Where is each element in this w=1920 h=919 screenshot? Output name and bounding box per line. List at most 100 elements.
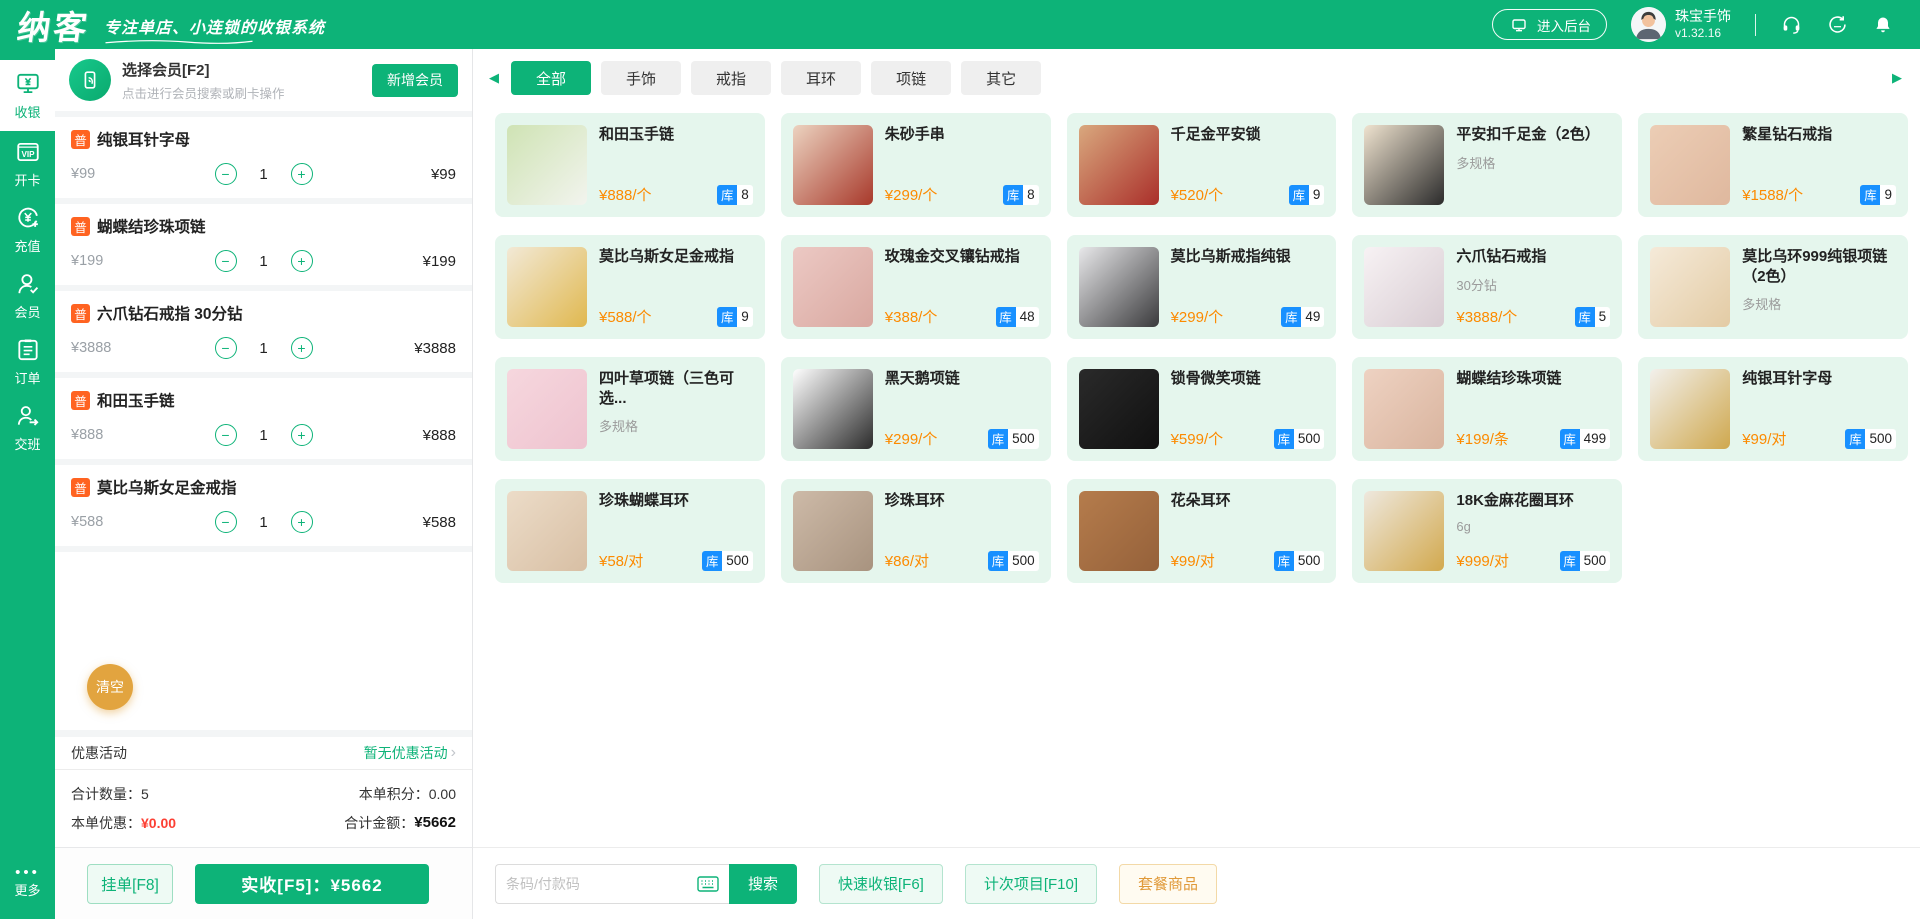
avatar bbox=[1631, 7, 1666, 42]
product-card[interactable]: 和田玉手链 ¥888/个 库 8 bbox=[495, 113, 765, 217]
member-select-bar[interactable]: 选择会员[F2] 点击进行会员搜索或刷卡操作 新增会员 bbox=[55, 49, 472, 111]
cart-item-unit-price: ¥3888 bbox=[71, 340, 163, 356]
category-tab[interactable]: 全部 bbox=[511, 61, 591, 95]
cart-item-row[interactable]: 普 六爪钻石戒指 30分钻 ¥3888 − 1 + ¥3888 bbox=[55, 291, 472, 378]
stock-prefix: 库 bbox=[1274, 551, 1294, 571]
promo-link[interactable]: 暂无优惠活动 › bbox=[364, 743, 456, 763]
decrease-qty-button[interactable]: − bbox=[215, 163, 237, 185]
stock-badge: 库 500 bbox=[1274, 429, 1325, 449]
sidebar-item-open-card[interactable]: VIP 开卡 bbox=[0, 131, 55, 197]
category-tab[interactable]: 项链 bbox=[871, 61, 951, 95]
sync-icon[interactable] bbox=[1826, 14, 1848, 36]
product-image bbox=[793, 491, 873, 571]
category-tab-list: 全部 手饰 戒指 耳环 项链 其它 bbox=[511, 61, 1041, 95]
product-name: 繁星钻石戒指 bbox=[1742, 125, 1896, 145]
cart-item-qty: 1 bbox=[257, 253, 271, 270]
stock-prefix: 库 bbox=[1560, 551, 1580, 571]
search-button[interactable]: 搜索 bbox=[729, 864, 797, 904]
product-name: 花朵耳环 bbox=[1171, 491, 1325, 511]
increase-qty-button[interactable]: + bbox=[291, 511, 313, 533]
product-area: ◀ 全部 手饰 戒指 耳环 项链 其它 ▶ bbox=[473, 49, 1920, 919]
cart-item-row[interactable]: 普 纯银耳针字母 ¥99 − 1 + ¥99 bbox=[55, 117, 472, 204]
product-card[interactable]: 朱砂手串 ¥299/个 库 8 bbox=[781, 113, 1051, 217]
category-tab[interactable]: 耳环 bbox=[781, 61, 861, 95]
product-card[interactable]: 繁星钻石戒指 ¥1588/个 库 9 bbox=[1638, 113, 1908, 217]
decrease-qty-button[interactable]: − bbox=[215, 250, 237, 272]
category-tab[interactable]: 戒指 bbox=[691, 61, 771, 95]
product-name: 珍珠耳环 bbox=[885, 491, 1039, 511]
product-card[interactable]: 花朵耳环 ¥99/对 库 500 bbox=[1067, 479, 1337, 583]
product-spec: 多规格 bbox=[1456, 153, 1610, 172]
total-amount-label: 合计金额： bbox=[344, 813, 414, 833]
cart-item-list: 普 纯银耳针字母 ¥99 − 1 + ¥99 bbox=[55, 111, 472, 658]
stock-prefix: 库 bbox=[988, 429, 1008, 449]
product-card[interactable]: 六爪钻石戒指 30分钻 ¥3888/个 库 5 bbox=[1352, 235, 1622, 339]
cart-item-row[interactable]: 普 莫比乌斯女足金戒指 ¥588 − 1 + ¥588 bbox=[55, 465, 472, 552]
cart-item-row[interactable]: 普 蝴蝶结珍珠项链 ¥199 − 1 + ¥199 bbox=[55, 204, 472, 291]
sidebar-item-shift[interactable]: 交班 bbox=[0, 395, 55, 461]
increase-qty-button[interactable]: + bbox=[291, 337, 313, 359]
product-card[interactable]: 平安扣千足金（2色） 多规格 库 bbox=[1352, 113, 1622, 217]
clear-cart-button[interactable]: 清空 bbox=[87, 664, 133, 710]
product-price: ¥58/对 bbox=[599, 550, 643, 571]
category-tab[interactable]: 其它 bbox=[961, 61, 1041, 95]
count-item-button[interactable]: 计次项目[F10] bbox=[965, 864, 1097, 904]
cart-item-qty: 1 bbox=[257, 166, 271, 183]
bottom-action-bar: 搜索 快速收银[F6] 计次项目[F10] 套餐商品 bbox=[473, 847, 1920, 919]
increase-qty-button[interactable]: + bbox=[291, 424, 313, 446]
product-card[interactable]: 纯银耳针字母 ¥99/对 库 500 bbox=[1638, 357, 1908, 461]
stock-prefix: 库 bbox=[1860, 185, 1880, 205]
sidebar-nav: 收银 VIP 开卡 充值 会员 订单 bbox=[0, 49, 55, 919]
cart-item-row[interactable]: 普 和田玉手链 ¥888 − 1 + ¥888 bbox=[55, 378, 472, 465]
sidebar-item-member[interactable]: 会员 bbox=[0, 263, 55, 329]
tabs-scroll-left-icon[interactable]: ◀ bbox=[487, 70, 501, 86]
tabs-scroll-right-icon[interactable]: ▶ bbox=[1890, 70, 1904, 86]
product-spec: 多规格 bbox=[1742, 294, 1896, 313]
keyboard-icon[interactable] bbox=[697, 876, 719, 892]
decrease-qty-button[interactable]: − bbox=[215, 511, 237, 533]
stock-count: 500 bbox=[1294, 429, 1325, 449]
quick-cashier-button[interactable]: 快速收银[F6] bbox=[819, 864, 943, 904]
cart-item-qty: 1 bbox=[257, 340, 271, 357]
sidebar-item-orders[interactable]: 订单 bbox=[0, 329, 55, 395]
increase-qty-button[interactable]: + bbox=[291, 163, 313, 185]
stock-badge: 库 8 bbox=[1003, 185, 1039, 205]
discount-value: ¥0.00 bbox=[141, 815, 176, 831]
account-info[interactable]: 珠宝手饰 v1.32.16 bbox=[1631, 7, 1731, 42]
product-card[interactable]: 锁骨微笑项链 ¥599/个 库 500 bbox=[1067, 357, 1337, 461]
product-card[interactable]: 千足金平安锁 ¥520/个 库 9 bbox=[1067, 113, 1337, 217]
sidebar-item-cashier[interactable]: 收银 bbox=[0, 60, 55, 131]
product-card[interactable]: 四叶草项链（三色可选... 多规格 库 bbox=[495, 357, 765, 461]
product-card[interactable]: 珍珠蝴蝶耳环 ¥58/对 库 500 bbox=[495, 479, 765, 583]
stock-prefix: 库 bbox=[1281, 307, 1301, 327]
product-card[interactable]: 18K金麻花圈耳环 6g ¥999/对 库 500 bbox=[1352, 479, 1622, 583]
product-card[interactable]: 珍珠耳环 ¥86/对 库 500 bbox=[781, 479, 1051, 583]
decrease-qty-button[interactable]: − bbox=[215, 337, 237, 359]
stock-count: 9 bbox=[1309, 185, 1325, 205]
category-tab[interactable]: 手饰 bbox=[601, 61, 681, 95]
product-type-badge: 普 bbox=[71, 478, 90, 497]
sidebar-item-recharge[interactable]: 充值 bbox=[0, 197, 55, 263]
product-card[interactable]: 莫比乌斯女足金戒指 ¥588/个 库 9 bbox=[495, 235, 765, 339]
order-summary: 合计数量： 5 本单积分： 0.00 本单优惠： ¥0.00 合计金额： ¥56… bbox=[55, 769, 472, 847]
checkout-button[interactable]: 实收[F5]：¥5662 bbox=[195, 864, 429, 904]
product-card[interactable]: 蝴蝶结珍珠项链 ¥199/条 库 499 bbox=[1352, 357, 1622, 461]
notification-bell-icon[interactable] bbox=[1872, 14, 1894, 36]
barcode-input[interactable] bbox=[495, 864, 729, 904]
sidebar-item-more[interactable]: ••• 更多 bbox=[0, 847, 55, 919]
hold-order-button[interactable]: 挂单[F8] bbox=[87, 864, 173, 904]
product-card[interactable]: 莫比乌斯戒指纯银 ¥299/个 库 49 bbox=[1067, 235, 1337, 339]
product-card[interactable]: 黑天鹅项链 ¥299/个 库 500 bbox=[781, 357, 1051, 461]
add-member-button[interactable]: 新增会员 bbox=[372, 64, 458, 97]
increase-qty-button[interactable]: + bbox=[291, 250, 313, 272]
enter-backend-button[interactable]: 进入后台 bbox=[1492, 9, 1607, 40]
product-name: 四叶草项链（三色可选... bbox=[599, 369, 753, 408]
decrease-qty-button[interactable]: − bbox=[215, 424, 237, 446]
stock-badge: 库 9 bbox=[1860, 185, 1896, 205]
product-price: ¥299/个 bbox=[885, 428, 938, 449]
support-headset-icon[interactable] bbox=[1780, 14, 1802, 36]
cart-item-unit-price: ¥199 bbox=[71, 253, 163, 269]
product-card[interactable]: 莫比乌环999纯银项链（2色） 多规格 库 bbox=[1638, 235, 1908, 339]
combo-product-button[interactable]: 套餐商品 bbox=[1119, 864, 1217, 904]
product-card[interactable]: 玫瑰金交叉镶钻戒指 ¥388/个 库 48 bbox=[781, 235, 1051, 339]
